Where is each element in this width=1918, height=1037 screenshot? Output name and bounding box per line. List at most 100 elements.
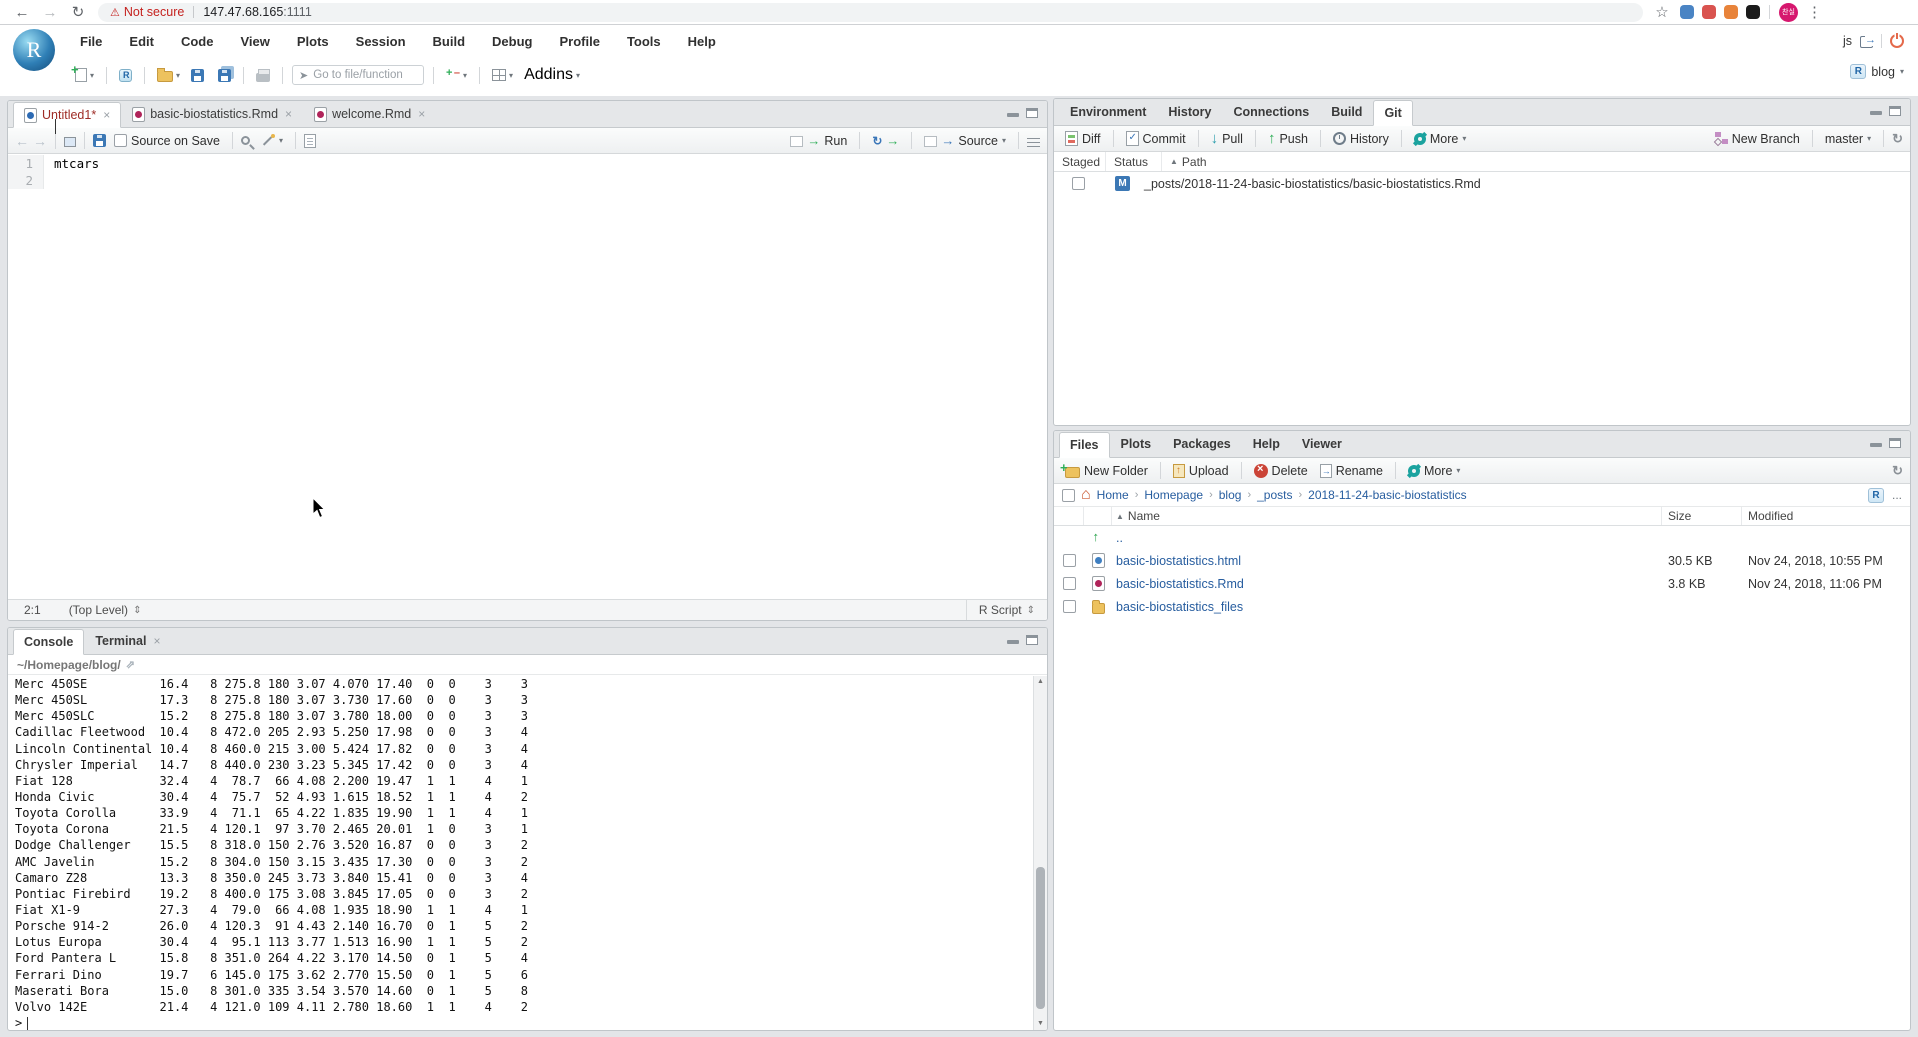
save-button[interactable] (188, 67, 207, 84)
sign-out-icon[interactable] (1860, 36, 1873, 48)
jump-to-directory-icon[interactable]: ⇗ (126, 658, 135, 671)
history-button[interactable]: History (1329, 130, 1393, 148)
scroll-up-arrow[interactable]: ▲ (1034, 676, 1047, 688)
run-button[interactable]: →Run (786, 131, 851, 150)
quit-session-icon[interactable] (1890, 34, 1904, 48)
refresh-icon[interactable]: ↻ (1892, 463, 1903, 479)
new-file-button[interactable]: ▾ (72, 66, 97, 84)
maximize-pane-button[interactable] (1026, 108, 1038, 118)
menu-item[interactable]: File (80, 34, 102, 49)
diff-button[interactable]: Diff (1061, 129, 1105, 148)
console-tab[interactable]: Terminal × (84, 628, 171, 654)
pane-tab[interactable]: Packages (1162, 431, 1242, 457)
extension-icon[interactable] (1746, 5, 1760, 19)
console-tab[interactable]: Console (13, 629, 84, 655)
more-button[interactable]: More▾ (1410, 130, 1471, 148)
file-checkbox[interactable] (1063, 600, 1076, 613)
minimize-pane-button[interactable] (1007, 108, 1019, 118)
nav-back-icon[interactable]: ← (15, 133, 29, 149)
extension-icon[interactable] (1724, 5, 1738, 19)
menu-item[interactable]: Help (688, 34, 716, 49)
file-link[interactable]: basic-biostatistics.Rmd (1112, 577, 1662, 591)
new-folder-button[interactable]: New Folder (1061, 462, 1152, 480)
console-scrollbar[interactable]: ▲ ▼ (1033, 676, 1047, 1030)
pane-tab[interactable]: Files (1059, 432, 1110, 458)
maximize-pane-button[interactable] (1889, 438, 1901, 448)
pane-tab[interactable]: Connections (1222, 99, 1320, 125)
open-file-button[interactable]: ▾ (154, 66, 183, 84)
security-label[interactable]: Not secure (124, 5, 184, 19)
pane-tab[interactable]: Git (1373, 100, 1412, 126)
file-link[interactable]: basic-biostatistics_files (1112, 600, 1662, 614)
version-control-button[interactable]: ▾ (443, 67, 470, 84)
more-button[interactable]: More▾ (1404, 462, 1465, 480)
column-header-size[interactable]: Size (1662, 507, 1742, 525)
scroll-down-arrow[interactable]: ▼ (1034, 1018, 1047, 1030)
pane-tab[interactable]: Environment (1059, 99, 1157, 125)
pull-button[interactable]: Pull (1207, 128, 1247, 149)
save-icon[interactable] (93, 134, 106, 147)
file-checkbox[interactable] (1063, 554, 1076, 567)
pane-tab[interactable]: Viewer (1291, 431, 1353, 457)
breadcrumb-link[interactable]: blog (1219, 488, 1242, 502)
pane-tab[interactable]: Plots (1110, 431, 1163, 457)
browser-forward-button[interactable]: → (36, 4, 64, 21)
document-outline-icon[interactable] (1027, 137, 1040, 148)
menu-item[interactable]: View (240, 34, 269, 49)
addins-button[interactable]: Addins▾ (521, 64, 583, 86)
menu-item[interactable]: Tools (627, 34, 661, 49)
source-on-save-toggle[interactable]: Source on Save (110, 132, 224, 150)
source-on-save-checkbox[interactable] (114, 134, 127, 147)
pane-tab[interactable]: Build (1320, 99, 1373, 125)
bookmark-star-icon[interactable]: ☆ (1653, 3, 1671, 21)
extension-icon[interactable] (1702, 5, 1716, 19)
extension-icon[interactable] (1680, 5, 1694, 19)
column-header-modified[interactable]: Modified (1742, 507, 1910, 525)
column-header-path[interactable]: ▲Path (1162, 152, 1910, 171)
menu-item[interactable]: Profile (559, 34, 599, 49)
close-icon[interactable]: × (153, 634, 160, 648)
close-icon[interactable]: × (285, 107, 292, 121)
pane-tab[interactable]: History (1157, 99, 1222, 125)
menu-item[interactable]: Edit (129, 34, 154, 49)
open-in-new-window-icon[interactable] (64, 137, 76, 147)
column-header-name[interactable]: ▲Name (1112, 507, 1662, 525)
source-button[interactable]: →Source▾ (920, 131, 1010, 150)
minimize-pane-button[interactable] (1007, 635, 1019, 645)
editor-tab[interactable]: Untitled1* × (13, 102, 121, 128)
find-replace-icon[interactable] (241, 136, 250, 145)
scrollbar-thumb[interactable] (1036, 867, 1045, 1009)
browser-back-button[interactable]: ← (8, 4, 36, 21)
upload-button[interactable]: Upload (1169, 462, 1233, 480)
minimize-pane-button[interactable] (1870, 106, 1882, 116)
branch-selector[interactable]: master▾ (1821, 130, 1875, 148)
breadcrumb-link[interactable]: _posts (1257, 488, 1292, 502)
delete-button[interactable]: Delete (1250, 462, 1312, 480)
browser-reload-button[interactable]: ↻ (64, 3, 92, 21)
browser-menu-icon[interactable]: ⋮ (1807, 3, 1821, 21)
compile-report-icon[interactable] (304, 134, 316, 148)
editor-tab[interactable]: welcome.Rmd × (303, 101, 436, 127)
rerun-button[interactable]: ↻→ (868, 131, 903, 150)
push-button[interactable]: Push (1264, 128, 1312, 149)
refresh-icon[interactable]: ↻ (1892, 131, 1903, 147)
pane-tab[interactable]: Help (1242, 431, 1291, 457)
new-branch-button[interactable]: New Branch (1710, 130, 1804, 148)
menu-item[interactable]: Build (433, 34, 466, 49)
code-tools-button[interactable]: ▾ (257, 132, 287, 149)
goto-file-function-box[interactable]: ➤ (292, 65, 424, 85)
close-icon[interactable]: × (103, 108, 110, 122)
home-icon[interactable]: ⌂ (1081, 488, 1091, 502)
maximize-pane-button[interactable] (1889, 106, 1901, 116)
menu-item[interactable]: Session (356, 34, 406, 49)
select-all-checkbox[interactable] (1062, 489, 1075, 502)
column-header-status[interactable]: Status (1106, 152, 1162, 171)
breadcrumb-link[interactable]: 2018-11-24-basic-biostatistics (1308, 488, 1467, 502)
menu-item[interactable]: Debug (492, 34, 532, 49)
maximize-pane-button[interactable] (1026, 635, 1038, 645)
nav-forward-icon[interactable]: → (33, 133, 47, 149)
more-columns-button[interactable]: ... (1892, 488, 1902, 502)
address-bar[interactable]: ⚠ Not secure 147.47.68.165 :1111 (98, 3, 1643, 22)
save-all-button[interactable] (212, 67, 234, 84)
file-type-selector[interactable]: R Script ⇕ (966, 600, 1047, 620)
